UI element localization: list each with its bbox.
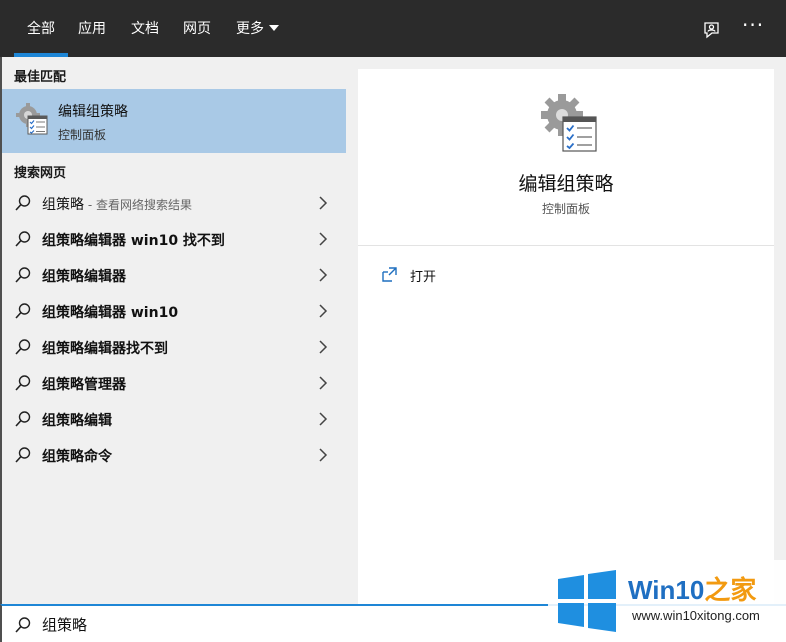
search-icon <box>15 303 31 319</box>
windows-search-panel: 全部 应用 文档 网页 更多 ··· 最佳匹配 编辑组策略 控制面板 搜索网页 … <box>0 0 786 642</box>
group-policy-icon <box>541 94 597 152</box>
open-action-label: 打开 <box>410 270 437 285</box>
preview-title: 编辑组策略 <box>518 173 614 195</box>
best-match-title: 编辑组策略 <box>58 104 128 120</box>
preview-card: 编辑组策略 控制面板 打开 <box>358 69 774 604</box>
chevron-right-icon[interactable] <box>318 196 328 210</box>
web-result-label: 组策略编辑器找不到 <box>42 341 168 357</box>
group-policy-icon <box>16 103 48 135</box>
search-icon <box>15 411 31 427</box>
tab-web[interactable]: 网页 <box>183 0 211 57</box>
chevron-right-icon[interactable] <box>318 340 328 354</box>
best-match-item[interactable]: 编辑组策略 控制面板 <box>2 89 346 153</box>
chevron-right-icon[interactable] <box>318 376 328 390</box>
watermark-brand-suffix: 之家 <box>704 575 757 605</box>
windows-logo-icon <box>558 570 616 632</box>
search-icon <box>15 195 31 211</box>
web-results-list: 组策略 - 查看网络搜索结果 组策略编辑器 win10 找不到 组策略编辑器 组… <box>2 185 346 473</box>
open-icon <box>382 267 397 282</box>
watermark-url: www.win10xitong.com <box>632 608 760 623</box>
web-result-row[interactable]: 组策略编辑器 win10 <box>2 293 346 329</box>
search-icon <box>15 339 31 355</box>
web-result-label: 组策略管理器 <box>42 377 126 393</box>
search-icon <box>15 617 31 633</box>
web-result-row[interactable]: 组策略编辑器找不到 <box>2 329 346 365</box>
chevron-down-icon <box>269 25 279 31</box>
chevron-right-icon[interactable] <box>318 448 328 462</box>
web-result-suffix: - 查看网络搜索结果 <box>84 198 192 212</box>
web-result-query: 组策略 <box>42 197 84 213</box>
more-options-icon[interactable]: ··· <box>742 14 764 36</box>
web-result-row[interactable]: 组策略 - 查看网络搜索结果 <box>2 185 346 221</box>
search-icon <box>15 447 31 463</box>
tab-all-label: 全部 <box>27 21 55 37</box>
web-result-label: 组策略编辑器 win10 <box>42 305 179 321</box>
tab-apps-label: 应用 <box>78 21 106 37</box>
tab-web-label: 网页 <box>183 21 211 37</box>
watermark-brand: Win10之家 <box>628 570 756 607</box>
search-icon <box>15 267 31 283</box>
divider <box>358 245 774 246</box>
web-result-label: 组策略 - 查看网络搜索结果 <box>42 194 192 214</box>
web-result-label: 组策略编辑器 <box>42 269 126 285</box>
web-result-label: 组策略编辑 <box>42 413 112 429</box>
feedback-icon[interactable] <box>701 19 723 41</box>
results-pane: 最佳匹配 编辑组策略 控制面板 搜索网页 组策略 - 查看网络搜索结果 组策略编… <box>0 57 346 604</box>
web-result-row[interactable]: 组策略编辑 <box>2 401 346 437</box>
search-header: 全部 应用 文档 网页 更多 ··· <box>0 0 786 57</box>
web-result-row[interactable]: 组策略编辑器 win10 找不到 <box>2 221 346 257</box>
web-results-heading: 搜索网页 <box>14 166 67 181</box>
tab-documents-label: 文档 <box>131 21 159 37</box>
search-input[interactable] <box>42 611 542 637</box>
tab-documents[interactable]: 文档 <box>131 0 159 57</box>
chevron-right-icon[interactable] <box>318 412 328 426</box>
best-match-heading: 最佳匹配 <box>14 70 67 85</box>
web-result-row[interactable]: 组策略命令 <box>2 437 346 473</box>
web-result-label: 组策略命令 <box>42 449 112 465</box>
tab-all[interactable]: 全部 <box>14 0 68 57</box>
watermark-brand-prefix: Win10 <box>628 575 705 605</box>
web-result-row[interactable]: 组策略管理器 <box>2 365 346 401</box>
tab-more[interactable]: 更多 <box>236 0 279 57</box>
web-result-row[interactable]: 组策略编辑器 <box>2 257 346 293</box>
preview-subtitle: 控制面板 <box>541 202 590 216</box>
more-options-label: ··· <box>742 13 765 37</box>
watermark: Win10之家 www.win10xitong.com <box>548 560 786 642</box>
best-match-subtitle: 控制面板 <box>58 128 107 142</box>
web-result-label: 组策略编辑器 win10 找不到 <box>42 233 225 249</box>
search-icon <box>15 231 31 247</box>
chevron-right-icon[interactable] <box>318 232 328 246</box>
chevron-right-icon[interactable] <box>318 304 328 318</box>
tab-more-label: 更多 <box>236 21 264 37</box>
chevron-right-icon[interactable] <box>318 268 328 282</box>
search-icon <box>15 375 31 391</box>
tab-apps[interactable]: 应用 <box>78 0 106 57</box>
